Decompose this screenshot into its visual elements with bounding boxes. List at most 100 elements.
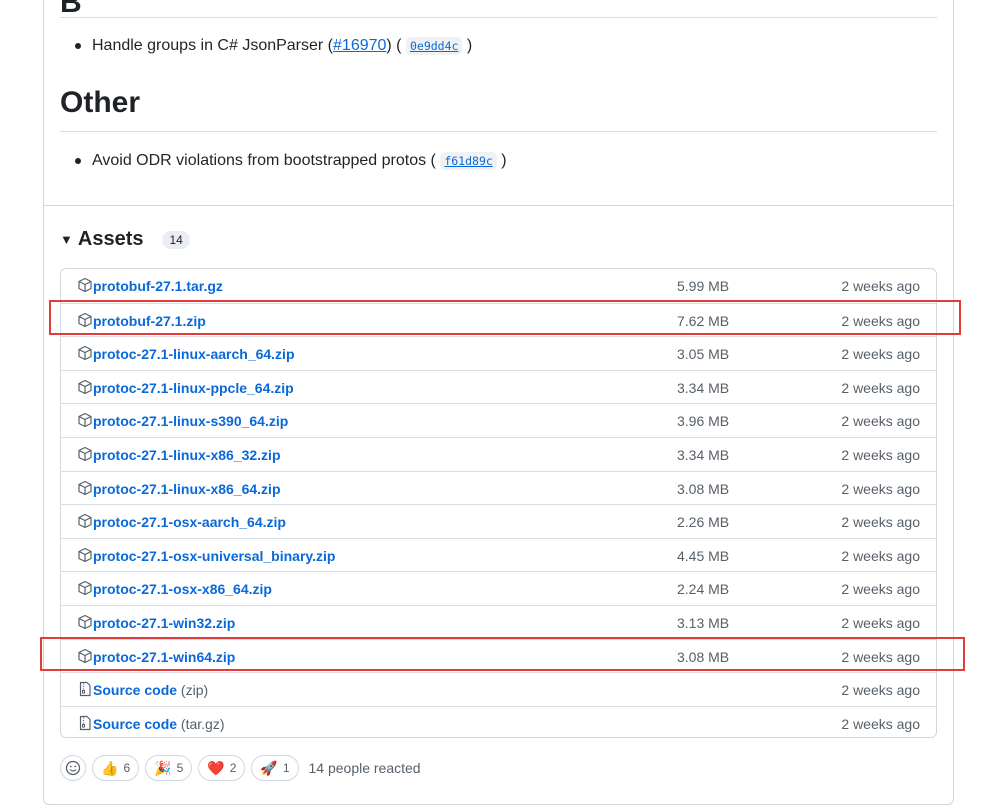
commit-link[interactable]: f61d89c xyxy=(440,152,497,170)
asset-date: 2 weeks ago xyxy=(841,514,920,531)
assets-list: protobuf-27.1.tar.gz 5.99 MB 2 weeks ago pr… xyxy=(60,268,937,738)
asset-download-link[interactable]: protoc-27.1-linux-aarch_64.zip xyxy=(93,346,295,362)
package-icon xyxy=(77,412,93,428)
asset-extension: (tar.gz) xyxy=(180,715,225,732)
asset-size: 2.24 MB xyxy=(677,581,730,598)
package-icon xyxy=(77,580,93,596)
package-icon xyxy=(77,513,93,529)
asset-download-link[interactable]: Source code (tar.gz) xyxy=(93,716,225,732)
item-text: Handle groups in C# JsonParser ( xyxy=(92,37,334,54)
reactions-summary: 14 people reacted xyxy=(308,760,421,776)
file-zip-icon xyxy=(77,715,93,731)
asset-date: 2 weeks ago xyxy=(841,648,920,665)
reaction-hooray-button[interactable]: 🎉 5 xyxy=(145,755,193,781)
asset-row: protoc-27.1-linux-aarch_64.zip 3.05 MB 2 w… xyxy=(61,336,936,370)
asset-name: protoc-27.1-linux-s390_64.zip xyxy=(93,413,289,430)
smiley-icon xyxy=(65,760,81,776)
asset-name: protoc-27.1-osx-x86_64.zip xyxy=(93,581,272,598)
item-text: Avoid ODR violations from bootstrapped p… xyxy=(92,152,436,169)
asset-row: protoc-27.1-osx-x86_64.zip 2.24 MB 2 weeks… xyxy=(61,571,936,605)
asset-date: 2 weeks ago xyxy=(841,346,920,363)
asset-row: protoc-27.1-linux-x86_64.zip 3.08 MB 2 wee… xyxy=(61,470,936,505)
asset-download-link[interactable]: protoc-27.1-osx-x86_64.zip xyxy=(93,581,272,597)
reactions-bar: 👍 6 🎉 5 ❤️ 2 🚀 1 14 people reacted xyxy=(60,755,421,781)
asset-name: Source code xyxy=(93,715,178,732)
file-zip-icon xyxy=(77,681,93,697)
reaction-thumbs-up-button[interactable]: 👍 6 xyxy=(92,755,140,781)
asset-download-link[interactable]: protoc-27.1-linux-x86_64.zip xyxy=(93,481,281,497)
section-heading-other: Other xyxy=(60,86,141,119)
asset-date: 2 weeks ago xyxy=(841,547,920,564)
asset-name: protoc-27.1-linux-aarch_64.zip xyxy=(93,346,295,363)
package-icon xyxy=(77,379,93,395)
package-icon xyxy=(77,345,93,361)
asset-download-link[interactable]: protobuf-27.1.tar.gz xyxy=(93,278,223,294)
asset-name: protoc-27.1-linux-x86_32.zip xyxy=(93,447,281,463)
asset-size: 7.62 MB xyxy=(677,312,730,329)
asset-size: 3.08 MB xyxy=(677,480,730,497)
asset-download-link[interactable]: protoc-27.1-linux-x86_32.zip xyxy=(93,447,281,463)
asset-row: protoc-27.1-linux-ppcle_64.zip 3.34 MB 2 w… xyxy=(61,369,936,404)
hooray-icon: 🎉 xyxy=(154,759,172,776)
reaction-heart-button[interactable]: ❤️ 2 xyxy=(198,755,246,781)
package-icon xyxy=(77,446,93,462)
package-icon xyxy=(77,480,93,496)
asset-date: 2 weeks ago xyxy=(841,413,920,430)
reaction-rocket-button[interactable]: 🚀 1 xyxy=(251,755,299,781)
asset-date: 2 weeks ago xyxy=(841,379,920,396)
asset-row: protoc-27.1-osx-aarch_64.zip 2.26 MB 2 wee… xyxy=(61,504,936,538)
reaction-pills: 👍 6 🎉 5 ❤️ 2 🚀 1 xyxy=(92,755,305,781)
asset-download-link[interactable]: protoc-27.1-osx-universal_binary.zip xyxy=(93,548,335,564)
asset-size: 3.34 MB xyxy=(677,447,730,463)
caret-down-icon: ▼ xyxy=(60,232,73,247)
asset-size: 3.13 MB xyxy=(677,615,730,631)
assets-count-badge: 14 xyxy=(162,230,190,249)
commit-link[interactable]: 0e9dd4c xyxy=(405,37,463,55)
asset-size: 3.05 MB xyxy=(677,346,730,363)
asset-row: protobuf-27.1.tar.gz 5.99 MB 2 weeks ago xyxy=(61,269,936,303)
asset-size: 4.45 MB xyxy=(677,547,730,564)
asset-download-link[interactable]: protoc-27.1-win32.zip xyxy=(93,615,235,631)
asset-date: 2 weeks ago xyxy=(841,682,920,699)
asset-download-link[interactable]: protobuf-27.1.zip xyxy=(93,313,206,329)
list-bullet xyxy=(75,43,81,49)
asset-download-link[interactable]: protoc-27.1-linux-s390_64.zip xyxy=(93,413,288,429)
heading-divider xyxy=(60,17,937,18)
asset-row: Source code (zip) 2 weeks ago xyxy=(61,672,936,706)
asset-size: 3.08 MB xyxy=(677,648,730,665)
asset-name: protobuf-27.1.zip xyxy=(93,312,206,329)
asset-size: 2.26 MB xyxy=(677,514,730,531)
list-item: Avoid ODR violations from bootstrapped p… xyxy=(92,152,507,170)
assets-title: Assets xyxy=(77,228,144,250)
item-text: ) xyxy=(501,152,507,169)
asset-row: protoc-27.1-win64.zip 3.08 MB 2 weeks ago xyxy=(61,638,936,673)
card-divider xyxy=(44,205,953,206)
asset-row: protobuf-27.1.zip 7.62 MB 2 weeks ago xyxy=(61,302,936,337)
asset-download-link[interactable]: protoc-27.1-linux-ppcle_64.zip xyxy=(93,380,294,396)
add-reaction-button[interactable] xyxy=(60,755,86,781)
reaction-count: 2 xyxy=(229,761,237,775)
rocket-icon: 🚀 xyxy=(260,759,278,776)
asset-size: 5.99 MB xyxy=(677,278,730,294)
asset-name: protobuf-27.1.tar.gz xyxy=(93,278,223,294)
asset-date: 2 weeks ago xyxy=(841,278,920,294)
asset-row: protoc-27.1-osx-universal_binary.zip 4.45… xyxy=(61,537,936,572)
package-icon xyxy=(77,648,93,664)
issue-link[interactable]: #16970 xyxy=(333,37,386,54)
asset-date: 2 weeks ago xyxy=(841,581,920,598)
asset-download-link[interactable]: protoc-27.1-win64.zip xyxy=(93,649,235,665)
asset-row: protoc-27.1-linux-x86_32.zip 3.34 MB 2 wee… xyxy=(61,437,936,471)
reaction-count: 1 xyxy=(282,761,290,775)
asset-download-link[interactable]: protoc-27.1-osx-aarch_64.zip xyxy=(93,514,286,530)
list-item: Handle groups in C# JsonParser (#16970) … xyxy=(92,37,472,55)
assets-toggle[interactable]: ▼ Assets 14 xyxy=(60,228,190,251)
asset-name: protoc-27.1-win32.zip xyxy=(93,615,236,631)
list-bullet xyxy=(75,158,81,164)
package-icon xyxy=(77,547,93,563)
asset-row: protoc-27.1-win32.zip 3.13 MB 2 weeks ago xyxy=(61,605,936,639)
asset-size: 3.96 MB xyxy=(677,413,730,430)
asset-name: protoc-27.1-linux-ppcle_64.zip xyxy=(93,379,294,396)
reaction-count: 6 xyxy=(123,761,131,775)
asset-download-link[interactable]: Source code (zip) xyxy=(93,682,208,698)
package-icon xyxy=(77,312,93,328)
